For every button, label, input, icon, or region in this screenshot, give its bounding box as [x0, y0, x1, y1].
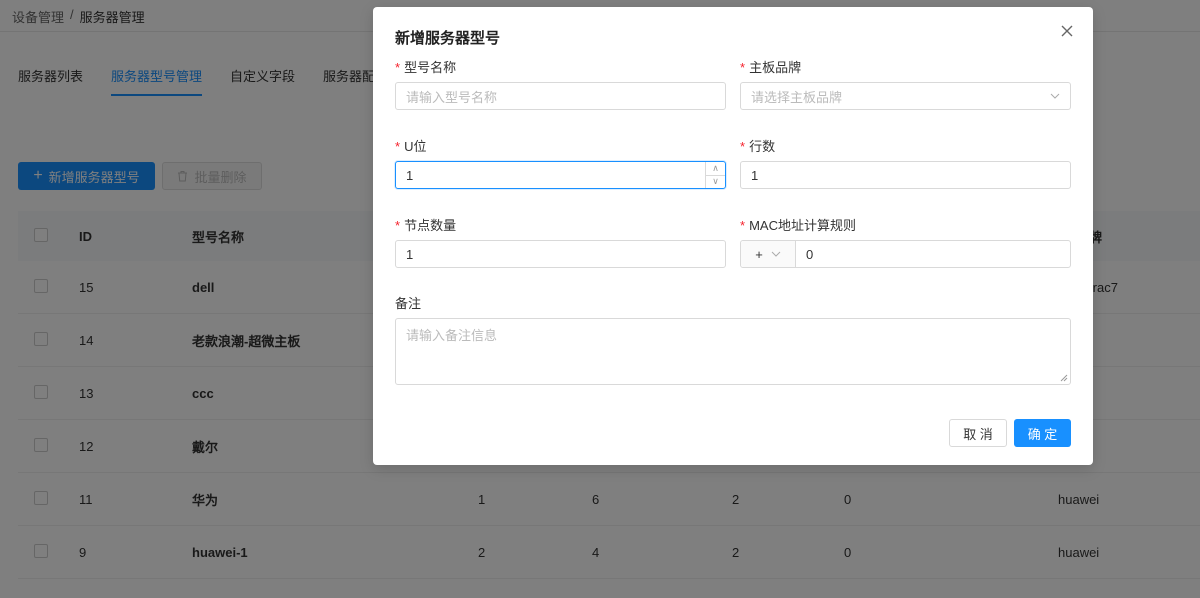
- row-count-input[interactable]: 1: [740, 161, 1071, 189]
- mac-operator-value: +: [755, 246, 763, 262]
- remark-label: 备注: [395, 296, 422, 311]
- decrement-icon[interactable]: ∨: [706, 174, 725, 189]
- dialog-title: 新增服务器型号: [395, 30, 501, 47]
- stepper-controls: ∧ ∨: [705, 162, 725, 188]
- row-count-label: * 行数: [740, 139, 776, 154]
- mac-rule-value: 0: [806, 246, 814, 262]
- required-mark: *: [395, 218, 401, 233]
- remark-textarea[interactable]: 请输入备注信息: [395, 318, 1071, 385]
- resize-handle-icon[interactable]: [1060, 374, 1068, 382]
- add-model-dialog: 新增服务器型号 * 型号名称 请输入型号名称 * 主板品牌 请选择主板品牌 * U位 …: [373, 7, 1093, 465]
- confirm-button[interactable]: 确 定: [1014, 419, 1071, 447]
- u-position-stepper[interactable]: 1 ∧ ∨: [395, 161, 726, 189]
- u-position-value: 1: [406, 167, 414, 183]
- close-icon[interactable]: [1059, 23, 1075, 39]
- mac-rule-label: * MAC地址计算规则: [740, 218, 856, 233]
- required-mark: *: [740, 60, 746, 75]
- chevron-down-icon: [771, 251, 781, 257]
- u-position-label: * U位: [395, 139, 427, 154]
- model-name-label: * 型号名称: [395, 60, 457, 75]
- node-count-label: * 节点数量: [395, 218, 457, 233]
- mac-rule-input[interactable]: + 0: [740, 240, 1071, 268]
- chevron-down-icon: [1050, 93, 1060, 99]
- required-mark: *: [740, 139, 746, 154]
- remark-placeholder: 请输入备注信息: [406, 328, 498, 343]
- required-mark: *: [740, 218, 746, 233]
- node-count-input[interactable]: 1: [395, 240, 726, 268]
- model-name-input[interactable]: 请输入型号名称: [395, 82, 726, 110]
- brand-select-placeholder: 请选择主板品牌: [751, 89, 843, 105]
- brand-select[interactable]: 请选择主板品牌: [740, 82, 1071, 110]
- required-mark: *: [395, 60, 401, 75]
- mac-operator-select[interactable]: +: [741, 241, 796, 267]
- increment-icon[interactable]: ∧: [706, 162, 725, 175]
- cancel-button[interactable]: 取 消: [949, 419, 1007, 447]
- required-mark: *: [395, 139, 401, 154]
- brand-label: * 主板品牌: [740, 60, 802, 75]
